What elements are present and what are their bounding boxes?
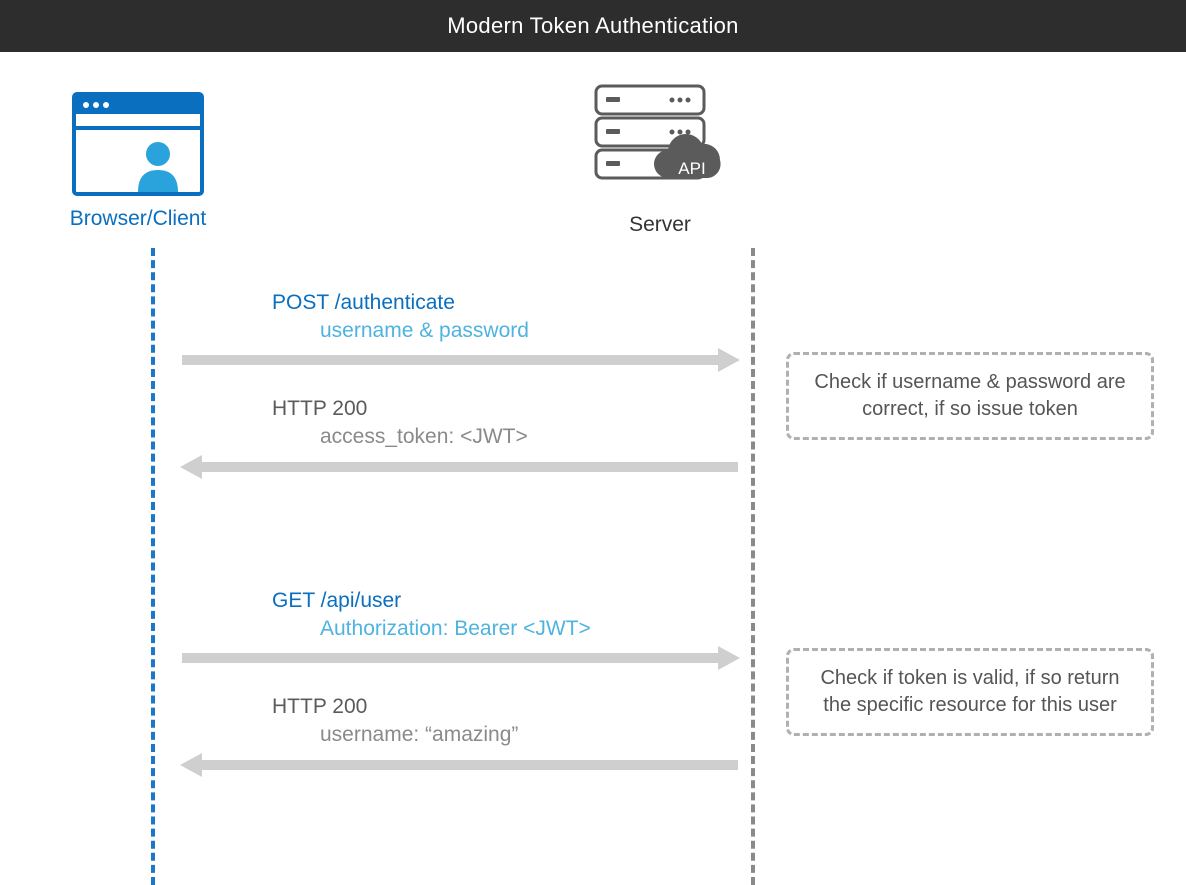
message-4-label: HTTP 200 username: “amazing”	[272, 693, 742, 750]
note-2: Check if token is valid, if so return th…	[786, 648, 1154, 736]
actor-server: API Server	[560, 82, 760, 237]
lifeline-server	[751, 248, 755, 885]
message-2-arrow	[182, 462, 738, 472]
message-3-line2: Authorization: Bearer <JWT>	[272, 615, 742, 643]
arrow-head-right-icon	[718, 646, 740, 670]
sequence-diagram: Browser/Client API Server POST	[0, 52, 1186, 885]
header-bar: Modern Token Authentication	[0, 0, 1186, 52]
arrow-head-right-icon	[718, 348, 740, 372]
actor-browser: Browser/Client	[38, 92, 238, 231]
arrow-shaft	[200, 462, 738, 472]
arrow-shaft	[182, 355, 720, 365]
message-1-arrow	[182, 355, 738, 365]
api-badge-text: API	[678, 159, 705, 178]
arrow-head-left-icon	[180, 455, 202, 479]
message-2-line1: HTTP 200	[272, 395, 742, 423]
message-3-line1: GET /api/user	[272, 587, 742, 615]
page-title: Modern Token Authentication	[447, 13, 738, 39]
message-3-arrow	[182, 653, 738, 663]
actor-server-label: Server	[560, 213, 760, 237]
message-3-label: GET /api/user Authorization: Bearer <JWT…	[272, 587, 742, 644]
server-stack-icon: API	[590, 82, 730, 202]
message-4-arrow	[182, 760, 738, 770]
actor-browser-label: Browser/Client	[38, 207, 238, 231]
message-1-label: POST /authenticate username & password	[272, 289, 742, 346]
message-1-line1: POST /authenticate	[272, 289, 742, 317]
message-4-line1: HTTP 200	[272, 693, 742, 721]
message-2-line2: access_token: <JWT>	[272, 423, 742, 451]
browser-window-icon	[72, 92, 204, 196]
note-1: Check if username & password are correct…	[786, 352, 1154, 440]
arrow-shaft	[200, 760, 738, 770]
lifeline-browser	[151, 248, 155, 885]
message-4-line2: username: “amazing”	[272, 721, 742, 749]
arrow-shaft	[182, 653, 720, 663]
arrow-head-left-icon	[180, 753, 202, 777]
message-2-label: HTTP 200 access_token: <JWT>	[272, 395, 742, 452]
message-1-line2: username & password	[272, 317, 742, 345]
